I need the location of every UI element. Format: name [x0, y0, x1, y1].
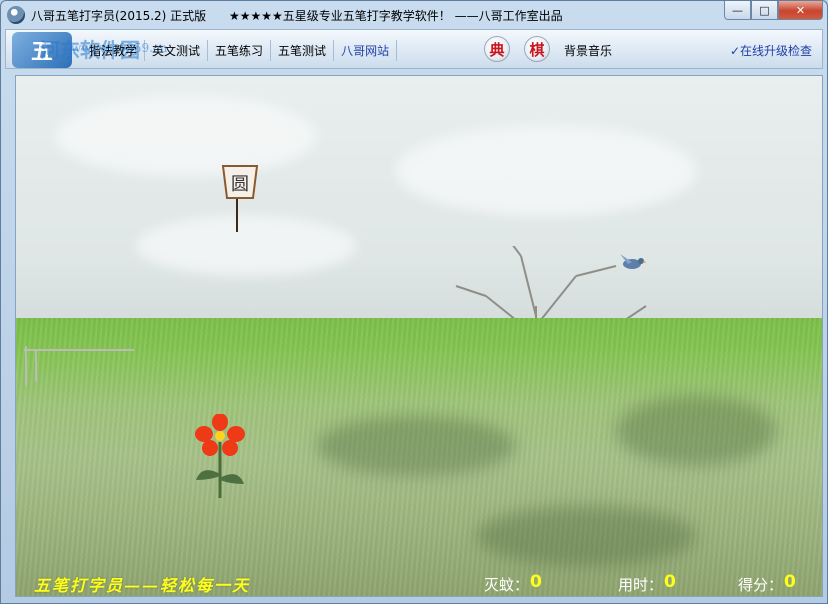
window-title: 八哥五笔打字员(2015.2) 正式版 — [31, 9, 207, 23]
window-slogan: ★★★★★五星级专业五笔打字教学软件！ ——八哥工作室出品 — [229, 9, 563, 23]
watermark-url: www.pc0359.cn — [71, 41, 168, 55]
kill-count: 0 — [530, 572, 542, 592]
status-bar: 五笔打字员——轻松每一天 灭蚊： 0 用时： 0 得分： 0 — [16, 568, 822, 596]
grass-shadow — [316, 416, 516, 476]
mosquito-bird — [620, 254, 646, 269]
close-button[interactable]: ✕ — [778, 1, 823, 20]
game-area[interactable]: 圆 五笔打字员——轻松每一天 灭蚊： 0 用时： 0 得分： 0 — [15, 75, 823, 597]
menu-item-wubi-practice[interactable]: 五笔练习 — [208, 40, 272, 61]
target-glyph: 圆 — [231, 174, 249, 195]
background-music-toggle[interactable]: 背景音乐 — [564, 42, 612, 59]
app-window: 八哥五笔打字员(2015.2) 正式版 ★★★★★五星级专业五笔打字教学软件！ … — [0, 0, 828, 604]
maximize-button[interactable]: □ — [751, 1, 778, 20]
dictionary-button[interactable]: 典 — [484, 36, 510, 62]
minimize-button[interactable]: — — [724, 1, 751, 20]
online-upgrade-link[interactable]: ✓在线升级检查 — [730, 42, 812, 59]
title-bar[interactable]: 八哥五笔打字员(2015.2) 正式版 ★★★★★五星级专业五笔打字教学软件！ … — [1, 1, 827, 29]
window-controls: — □ ✕ — [724, 1, 823, 20]
app-icon — [7, 6, 25, 24]
cloud — [396, 126, 696, 216]
cloud — [56, 96, 316, 176]
menu-item-website[interactable]: 八哥网站 — [334, 40, 398, 61]
time-label: 用时： — [618, 576, 664, 594]
target-sign: 圆 — [221, 165, 259, 232]
grass-shadow — [616, 396, 776, 466]
score-label: 得分： — [738, 576, 784, 594]
chess-button[interactable]: 棋 — [524, 36, 550, 62]
flower-shooter — [195, 414, 245, 498]
fence — [24, 346, 134, 386]
kill-label: 灭蚊： — [484, 576, 530, 594]
time-value: 0 — [664, 572, 676, 592]
grass-shadow — [476, 506, 696, 566]
game-slogan: 五笔打字员——轻松每一天 — [34, 576, 251, 595]
score-value: 0 — [784, 572, 796, 592]
menu-item-wubi-test[interactable]: 五笔测试 — [271, 40, 335, 61]
